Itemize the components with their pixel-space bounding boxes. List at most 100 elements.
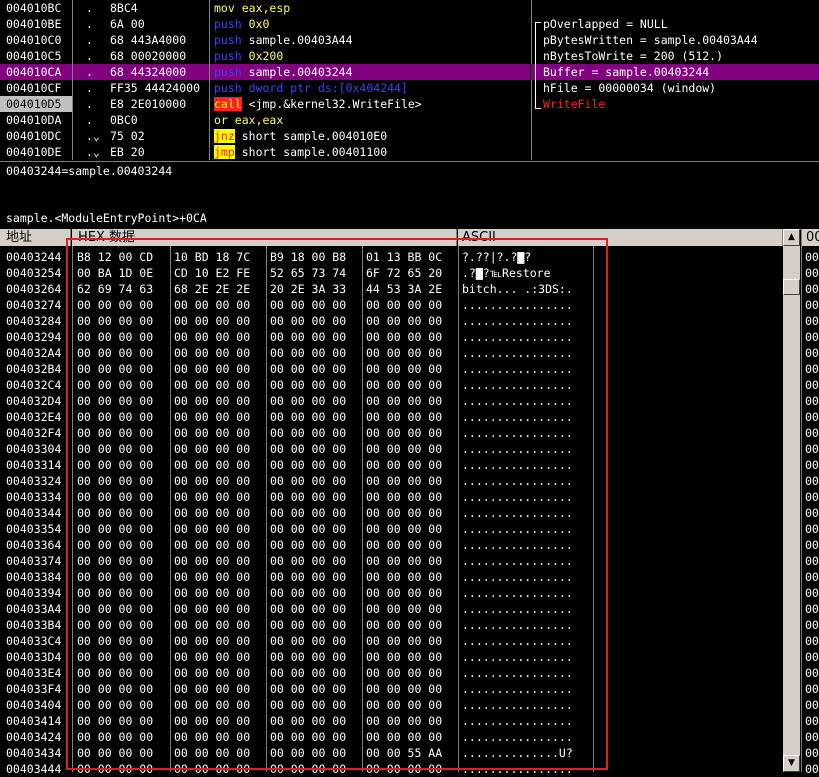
stack-entry: 00 (805, 618, 819, 632)
stack-entry: 00 (805, 762, 819, 776)
dump-address: 004032D4 (6, 394, 62, 408)
disasm-mark: . (86, 65, 93, 79)
dump-address: 004033E4 (6, 666, 62, 680)
disasm-address: 004010DE (6, 145, 62, 159)
disasm-row[interactable]: 004010D5. E8 2E010000 call <jmp.&kernel32.… (0, 96, 530, 112)
scroll-thumb[interactable] (783, 279, 800, 295)
dump-address: 00403244 (6, 250, 62, 264)
dump-address: 00403344 (6, 506, 62, 520)
stack-entry: 00 (805, 490, 819, 504)
dump-address: 004033D4 (6, 650, 62, 664)
scroll-down-arrow-icon[interactable]: ▼ (783, 755, 800, 772)
dump-address: 00403404 (6, 698, 62, 712)
disasm-address: 004010D5 (6, 97, 62, 111)
dump-address: 00403434 (6, 746, 62, 760)
disasm-row[interactable]: 004010CF. FF35 44424000 push dword ptr ds:… (0, 80, 530, 96)
disasm-row[interactable]: 004010DA. 0BC0 or eax,eax (0, 112, 530, 128)
stack-entry: 00 (805, 442, 819, 456)
stack-entry: 00 (805, 650, 819, 664)
disasm-instruction: push 0x0 (214, 16, 269, 32)
disasm-address: 004010CA (6, 65, 62, 79)
stack-pane[interactable]: 00 00 00 00 00 00 00 00 00 00 00 00 00 00 00 00 00 00 00 0… (801, 229, 819, 776)
disasm-address: 004010DC (6, 129, 62, 143)
disasm-instruction: jnz short sample.004010E0 (214, 128, 387, 144)
info-line-module: sample.<ModuleEntryPoint>+0CA (6, 211, 207, 225)
dump-address: 004032A4 (6, 346, 62, 360)
disasm-mnemonic: jnz (214, 129, 235, 143)
dump-address: 00403274 (6, 298, 62, 312)
disasm-mnemonic: push (214, 33, 242, 47)
dump-address: 004032C4 (6, 378, 62, 392)
disasm-operand: <jmp.&kernel32.WriteFile> (248, 97, 422, 111)
annotation-red-rectangle (66, 238, 608, 770)
dump-address: 004032F4 (6, 426, 62, 440)
disasm-mnemonic: call (214, 97, 242, 111)
disasm-operand: short sample.00401100 (241, 145, 388, 159)
stack-entry: 00 (805, 474, 819, 488)
disasm-bytes: 68 44324000 (110, 65, 187, 79)
dump-address: 004033A4 (6, 602, 62, 616)
stack-entry: 00 (805, 586, 819, 600)
disasm-row[interactable]: 004010BC. 8BC4 mov eax,esp (0, 0, 530, 16)
dump-vertical-scrollbar[interactable]: ▲ ▼ (783, 229, 800, 772)
disasm-mark: . (86, 1, 93, 15)
disasm-mark: .⌄ (86, 145, 100, 159)
disasm-mark: . (86, 97, 93, 111)
comment-line: hFile = 00000034 (window) (543, 81, 717, 95)
stack-entry: 00 (805, 362, 819, 376)
dump-address: 004033B4 (6, 618, 62, 632)
disasm-row[interactable]: 004010C5. 68 00020000 push 0x200 (0, 48, 530, 64)
parameter-bracket (535, 22, 541, 109)
disasm-row[interactable]: 004010CA. 68 44324000 push sample.00403244 (0, 64, 530, 80)
dump-address: 00403294 (6, 330, 62, 344)
disasm-row[interactable]: 004010C0. 68 443A4000 push sample.00403A44 (0, 32, 530, 48)
info-line-address: 00403244=sample.00403244 (6, 164, 173, 178)
disasm-mnemonic: push (214, 49, 242, 63)
comment-line: WriteFile (543, 97, 606, 111)
stack-entry: 00 (805, 330, 819, 344)
dump-address: 004032E4 (6, 410, 62, 424)
disasm-operand: 0x0 (248, 17, 270, 31)
disasm-address: 004010C0 (6, 33, 62, 47)
stack-entry: 00 (805, 458, 819, 472)
stack-entry: 00 (805, 506, 819, 520)
dump-address: 00403264 (6, 282, 62, 296)
stack-entry: 00 (805, 394, 819, 408)
disasm-mnemonic: push (214, 17, 242, 31)
disasm-bytes: E8 2E010000 (110, 97, 187, 111)
stack-entry: 00 (805, 634, 819, 648)
disasm-row[interactable]: 004010BE. 6A 00 push 0x0 (0, 16, 530, 32)
disasm-mnemonic: or (214, 113, 228, 127)
stack-entry: 00 (805, 282, 819, 296)
disasm-instruction: push 0x200 (214, 48, 283, 64)
comment-line: pBytesWritten = sample.00403A44 (543, 33, 758, 47)
disasm-bytes: 75 02 (110, 129, 145, 143)
disasm-address: 004010CF (6, 81, 62, 95)
disasm-row[interactable]: 004010DE .⌄ EB 20 jmp short sample.00401100 (0, 144, 530, 160)
stack-entry: 00 (805, 346, 819, 360)
disasm-mnemonic: push (214, 81, 242, 95)
disasm-operand: eax,eax (234, 113, 284, 127)
comments-divider (531, 0, 532, 160)
dump-address: 00403444 (6, 762, 62, 776)
dump-address: 00403414 (6, 714, 62, 728)
disasm-mnemonic: push (214, 65, 242, 79)
disasm-column-divider (72, 0, 73, 160)
disassembly-pane[interactable]: 004010BC. 8BC4 mov eax,esp 004010BE. 6A 00 pu… (0, 0, 530, 160)
stack-entry: 00 (805, 554, 819, 568)
disasm-instruction: mov eax,esp (214, 0, 290, 16)
dump-address: 00403364 (6, 538, 62, 552)
header-address[interactable]: 地址 (0, 229, 71, 246)
stack-entry: 00 (805, 714, 819, 728)
stack-entry: 00 (805, 602, 819, 616)
scroll-up-arrow-icon[interactable]: ▲ (783, 229, 800, 246)
disasm-column-divider (209, 0, 210, 160)
stack-entry: 00 (805, 298, 819, 312)
disasm-bytes: EB 20 (110, 145, 145, 159)
disasm-bytes: 6A 00 (110, 17, 145, 31)
disasm-mark: .⌄ (86, 129, 100, 143)
stack-entry: 00 (805, 746, 819, 760)
disasm-address: 004010DA (6, 113, 62, 127)
disasm-row[interactable]: 004010DC .⌄ 75 02 jnz short sample.004010E0 (0, 128, 530, 144)
dump-address: 004033C4 (6, 634, 62, 648)
